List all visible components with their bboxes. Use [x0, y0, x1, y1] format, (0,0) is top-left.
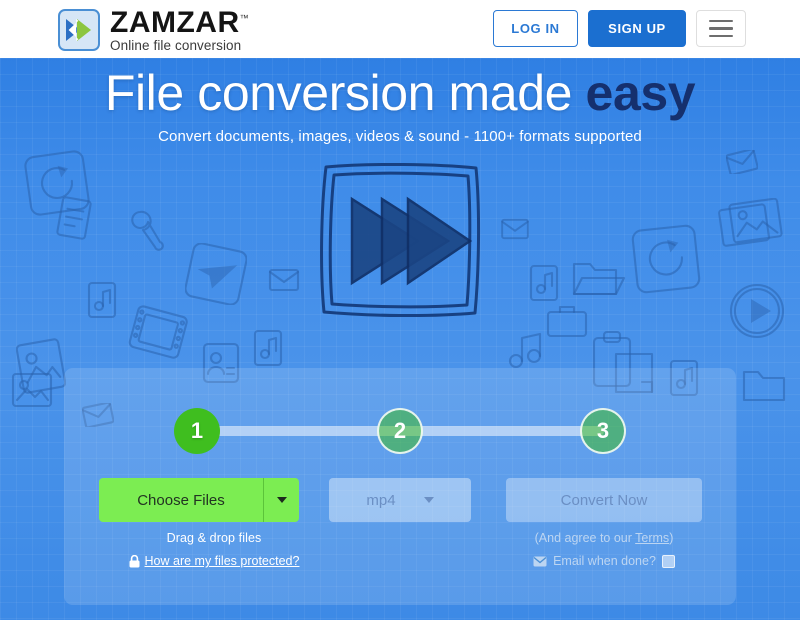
- site-header: ZAMZAR™ Online file conversion LOG IN SI…: [0, 0, 800, 58]
- hero-headline: File conversion made easy: [0, 64, 800, 122]
- briefcase-doodle-icon: [546, 305, 588, 338]
- menu-bar: [709, 27, 733, 30]
- logo-tagline: Online file conversion: [110, 38, 242, 53]
- site-logo[interactable]: ZAMZAR™ Online file conversion: [58, 8, 249, 53]
- convert-now-button[interactable]: Convert Now: [506, 478, 702, 522]
- step-2-circle[interactable]: 2: [377, 408, 423, 454]
- menu-bar: [709, 19, 733, 23]
- logo-wordmark: ZAMZAR™ Online file conversion: [110, 8, 249, 53]
- folder-doodle-icon: [572, 262, 626, 296]
- header-actions: LOG IN SIGN UP: [493, 10, 746, 47]
- fast-forward-sketch-icon: [310, 153, 490, 333]
- terms-meta: (And agree to our Terms) Email when done…: [506, 531, 702, 568]
- chevron-down-icon: [423, 497, 434, 503]
- menu-bar: [709, 34, 733, 38]
- step-indicator: 1 2 3: [174, 408, 626, 454]
- terms-link[interactable]: Terms: [635, 531, 669, 545]
- logo-title: ZAMZAR™: [110, 8, 249, 38]
- envelope-icon: [533, 556, 547, 566]
- music-note-doodle-icon: [508, 332, 542, 369]
- hero-subheadline: Convert documents, images, videos & soun…: [158, 128, 642, 145]
- converter-controls: Choose Files mp4 Convert Now: [64, 478, 736, 524]
- terms-text: (And agree to our Terms): [506, 531, 702, 545]
- video-doodle-icon: [128, 305, 188, 359]
- logo-title-text: ZAMZAR: [110, 6, 240, 39]
- double-chevron-logo-icon: [58, 9, 100, 52]
- envelope-doodle-icon: [726, 150, 758, 174]
- headline-main: File conversion made: [104, 65, 586, 121]
- envelope-doodle-icon: [268, 268, 300, 292]
- envelope-doodle-icon: [501, 218, 529, 240]
- email-notify-label: Email when done?: [553, 554, 656, 568]
- image-file-doodle-icon: [16, 338, 66, 394]
- hero-section: File conversion made easy Convert docume…: [0, 58, 800, 620]
- play-circle-doodle-icon: [729, 283, 785, 339]
- zamzar-homepage: ZAMZAR™ Online file conversion LOG IN SI…: [0, 0, 800, 620]
- photo-doodle-icon: [11, 372, 53, 408]
- terms-suffix: ): [669, 531, 674, 545]
- choose-files-group[interactable]: Choose Files: [99, 478, 299, 522]
- email-notify-row: Email when done?: [506, 554, 702, 568]
- refresh-doodle-icon: [24, 150, 90, 216]
- refresh-doodle-icon: [631, 224, 701, 294]
- output-format-value: mp4: [366, 491, 396, 509]
- document-doodle-icon: [56, 196, 92, 240]
- converter-panel: 1 2 3 Choose Files mp4 Convert Now Drag …: [64, 368, 736, 605]
- email-notify-checkbox[interactable]: [661, 554, 675, 568]
- wrench-doodle-icon: [131, 210, 164, 251]
- send-doodle-icon: [185, 243, 247, 305]
- music-file-doodle-icon: [87, 281, 117, 319]
- file-protection-link-row[interactable]: How are my files protected?: [99, 554, 329, 568]
- signup-button[interactable]: SIGN UP: [588, 10, 686, 47]
- choose-files-button[interactable]: Choose Files: [99, 478, 263, 522]
- music-file-doodle-icon: [253, 329, 283, 367]
- step-1-circle[interactable]: 1: [174, 408, 220, 454]
- terms-prefix: (And agree to our: [534, 531, 636, 545]
- folder-doodle-icon: [742, 370, 786, 402]
- output-format-select[interactable]: mp4: [329, 478, 471, 522]
- choose-files-dropdown-toggle[interactable]: [263, 478, 299, 522]
- upload-meta: Drag & drop files How are my files prote…: [99, 531, 329, 568]
- chevron-down-icon: [276, 497, 287, 503]
- photo-stack-doodle-icon: [718, 198, 783, 247]
- file-protection-link[interactable]: How are my files protected?: [145, 554, 300, 568]
- hamburger-menu-icon[interactable]: [696, 10, 746, 47]
- login-button[interactable]: LOG IN: [493, 10, 578, 47]
- music-file-doodle-icon: [529, 264, 559, 302]
- logo-trademark: ™: [239, 13, 250, 23]
- step-3-circle[interactable]: 3: [580, 408, 626, 454]
- headline-accent: easy: [585, 65, 696, 121]
- lock-icon: [129, 554, 140, 567]
- drag-drop-hint: Drag & drop files: [166, 531, 262, 545]
